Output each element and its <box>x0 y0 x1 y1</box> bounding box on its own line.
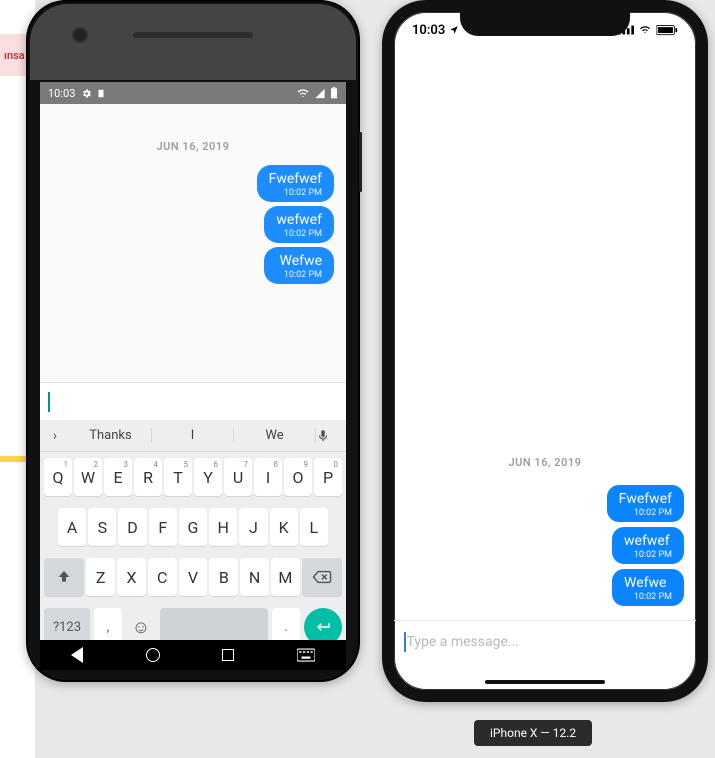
sent-message-bubble[interactable]: Fwefwef 10:02 PM <box>607 485 684 522</box>
message-text: Fwefwef <box>269 171 322 187</box>
suggestion-word[interactable]: Thanks <box>70 428 152 443</box>
iphone-device-frame: 10:03 JUN 16, 2019 Fwefwef 10:02 PM wefw… <box>382 0 708 702</box>
wifi-icon <box>296 88 310 99</box>
suggestion-word[interactable]: I <box>152 428 234 443</box>
key-o[interactable]: O9 <box>284 458 312 496</box>
battery-icon <box>656 25 678 36</box>
android-status-bar: 10:03 <box>40 82 346 104</box>
keyboard-switch-icon[interactable] <box>297 648 315 662</box>
key-s[interactable]: S <box>88 508 116 546</box>
message-time: 10:02 PM <box>624 550 672 560</box>
android-camera <box>72 27 88 43</box>
chevron-right-icon[interactable]: › <box>40 428 70 444</box>
key-c[interactable]: C <box>148 558 177 596</box>
key-q[interactable]: Q1 <box>44 458 72 496</box>
shift-key[interactable] <box>44 558 84 596</box>
microphone-icon[interactable] <box>316 427 346 445</box>
suggestion-bar: › Thanks I We <box>40 420 346 452</box>
key-y[interactable]: Y6 <box>194 458 222 496</box>
simulator-device-label: iPhone X — 12.2 <box>474 720 592 746</box>
message-text: Fwefwef <box>619 491 672 507</box>
period-key[interactable]: . <box>272 608 300 640</box>
message-time: 10:02 PM <box>276 229 322 239</box>
sent-message-bubble[interactable]: Wefwe 10:02 PM <box>264 247 334 284</box>
backspace-key[interactable] <box>302 558 342 596</box>
key-m[interactable]: M <box>271 558 300 596</box>
android-keyboard: › Thanks I We Q1W2E3R4T5Y6U7I8O9P0 ASDFG… <box>40 420 346 640</box>
message-time: 10:02 PM <box>624 592 672 602</box>
message-input[interactable]: Type a message... <box>394 620 696 662</box>
nav-home-button[interactable] <box>146 648 160 662</box>
nav-back-button[interactable] <box>71 647 83 663</box>
android-speaker <box>133 32 253 38</box>
key-b[interactable]: B <box>209 558 238 596</box>
message-text: Wefwe <box>276 253 322 269</box>
key-d[interactable]: D <box>118 508 146 546</box>
android-chat-area[interactable]: JUN 16, 2019 Fwefwef 10:02 PM wefwef 10:… <box>40 104 346 382</box>
key-p[interactable]: P0 <box>314 458 342 496</box>
home-indicator[interactable] <box>485 680 605 684</box>
key-w[interactable]: W2 <box>74 458 102 496</box>
key-h[interactable]: H <box>209 508 237 546</box>
message-time: 10:02 PM <box>276 270 322 280</box>
key-f[interactable]: F <box>149 508 177 546</box>
android-nav-bar <box>40 640 346 670</box>
message-time: 10:02 PM <box>619 508 672 518</box>
key-x[interactable]: X <box>117 558 146 596</box>
message-text: wefwef <box>276 212 322 228</box>
location-icon <box>449 25 459 35</box>
key-g[interactable]: G <box>179 508 207 546</box>
sent-message-bubble[interactable]: Wefwe 10:02 PM <box>612 569 684 606</box>
key-r[interactable]: R4 <box>134 458 162 496</box>
key-a[interactable]: A <box>58 508 86 546</box>
android-power-button <box>359 132 362 192</box>
status-time: 10:03 <box>48 87 75 100</box>
memory-icon <box>96 88 106 99</box>
symbols-key[interactable]: ?123 <box>44 608 90 640</box>
message-input[interactable] <box>40 382 346 420</box>
key-i[interactable]: I8 <box>254 458 282 496</box>
iphone-notch <box>460 10 630 36</box>
text-cursor <box>48 392 50 412</box>
signal-icon <box>314 88 326 99</box>
spacebar-key[interactable] <box>160 608 268 640</box>
ios-chat-area[interactable]: JUN 16, 2019 Fwefwef 10:02 PM wefwef 10:… <box>394 48 696 620</box>
emoji-key[interactable]: ☺ <box>126 608 156 640</box>
android-device-frame: 10:03 JUN 16, 2019 <box>26 0 360 682</box>
comma-key[interactable]: , <box>94 608 122 640</box>
key-k[interactable]: K <box>270 508 298 546</box>
nav-recent-button[interactable] <box>222 649 234 661</box>
chat-date-label: JUN 16, 2019 <box>40 140 346 153</box>
gear-icon <box>81 88 92 99</box>
battery-icon <box>330 87 338 99</box>
sent-message-bubble[interactable]: wefwef 10:02 PM <box>612 527 684 564</box>
sent-message-bubble[interactable]: Fwefwef 10:02 PM <box>257 165 334 202</box>
key-n[interactable]: N <box>240 558 269 596</box>
key-u[interactable]: U7 <box>224 458 252 496</box>
sent-message-bubble[interactable]: wefwef 10:02 PM <box>264 206 334 243</box>
status-time: 10:03 <box>412 23 445 38</box>
key-e[interactable]: E3 <box>104 458 132 496</box>
message-time: 10:02 PM <box>269 188 322 198</box>
key-v[interactable]: V <box>179 558 208 596</box>
suggestion-word[interactable]: We <box>234 428 316 443</box>
key-l[interactable]: L <box>300 508 328 546</box>
wifi-icon <box>638 25 652 35</box>
key-t[interactable]: T5 <box>164 458 192 496</box>
enter-key[interactable] <box>304 608 342 640</box>
message-text: Wefwe <box>624 575 672 591</box>
chat-date-label: JUN 16, 2019 <box>394 456 696 469</box>
message-text: wefwef <box>624 533 672 549</box>
input-placeholder: Type a message... <box>407 634 519 650</box>
key-z[interactable]: Z <box>86 558 115 596</box>
android-screen: 10:03 JUN 16, 2019 <box>40 82 346 640</box>
key-j[interactable]: J <box>239 508 267 546</box>
text-cursor <box>404 632 406 652</box>
